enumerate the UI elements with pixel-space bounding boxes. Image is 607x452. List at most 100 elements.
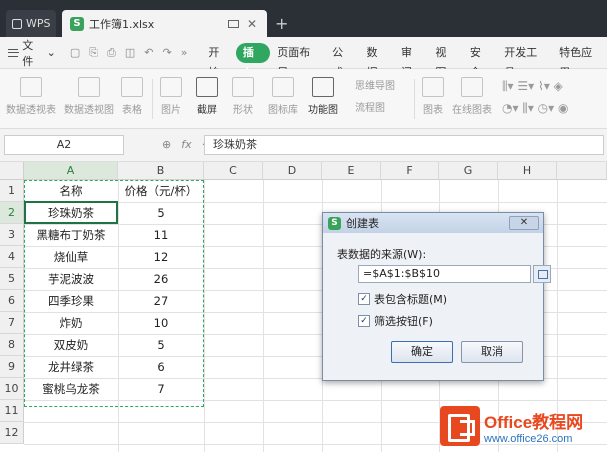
icon-library-button[interactable]: 图标库: [268, 77, 298, 116]
undo-icon[interactable]: ↶: [144, 46, 153, 60]
file-menu[interactable]: 文件 ⌄: [0, 37, 56, 69]
chart-button[interactable]: 图表: [422, 77, 444, 116]
row-header[interactable]: 5: [0, 268, 24, 290]
column-header-c[interactable]: C: [204, 162, 263, 180]
tab-wps-home[interactable]: WPS: [6, 10, 56, 37]
spreadsheet-icon: S: [70, 16, 84, 31]
tab-features[interactable]: 特色应用: [552, 43, 607, 79]
range-picker-icon[interactable]: [533, 265, 551, 283]
column-header-f[interactable]: F: [381, 162, 439, 180]
flowchart-button[interactable]: 流程图: [355, 99, 385, 114]
active-cell-indicator: [24, 201, 118, 224]
zoom-icon[interactable]: ⊕: [162, 138, 171, 151]
table-button[interactable]: 表格: [121, 77, 143, 116]
dialog-close-button[interactable]: ✕: [509, 216, 539, 230]
new-tab-button[interactable]: +: [275, 14, 288, 33]
flowchart-label: 流程图: [355, 103, 385, 114]
row-header[interactable]: 10: [0, 378, 24, 400]
chart-type-icons[interactable]: ⫼▾ ☰▾ ⌇▾ ◈: [502, 79, 563, 94]
column-header-g[interactable]: G: [439, 162, 498, 180]
title-bar: WPS S 工作簿1.xlsx ✕ +: [0, 0, 607, 37]
function-chart-icon: [312, 77, 334, 97]
grid-line: [204, 180, 205, 452]
row-header[interactable]: 3: [0, 224, 24, 246]
tab-data[interactable]: 数据: [360, 43, 394, 79]
row-header[interactable]: 2: [0, 202, 24, 224]
mindmap-button[interactable]: 思维导图: [355, 77, 395, 92]
watermark: Office教程网 www.office26.com: [440, 400, 607, 452]
fx-icon[interactable]: fx: [181, 138, 191, 151]
range-input[interactable]: =$A$1:$B$10: [358, 265, 531, 283]
cancel-button[interactable]: 取消: [461, 341, 523, 363]
print-icon[interactable]: ⎙: [107, 46, 116, 60]
ok-button[interactable]: 确定: [391, 341, 453, 363]
filter-button-checkbox-row[interactable]: ✓ 筛选按钮(F): [358, 313, 433, 329]
tab-security[interactable]: 安全: [463, 43, 497, 79]
formula-icons: ⊕ fx ·: [162, 138, 205, 151]
grid-line: [263, 180, 264, 452]
function-chart-button[interactable]: 功能图: [308, 77, 338, 116]
row-header[interactable]: 12: [0, 422, 24, 444]
filter-button-label: 筛选按钮(F): [374, 315, 433, 328]
online-chart-icon: [461, 77, 483, 97]
export-icon[interactable]: ⎘: [89, 46, 98, 60]
online-chart-button[interactable]: 在线图表: [452, 77, 492, 116]
redo-icon[interactable]: ↷: [162, 46, 171, 60]
ribbon-toolbar: 数据透视表 数据透视图 表格 图片 截屏 形状 图标库 功能图 思维导图 流程图…: [0, 69, 607, 129]
filter-button-checkbox[interactable]: ✓: [358, 315, 370, 327]
screenshot-icon: [196, 77, 218, 97]
column-header-e[interactable]: E: [322, 162, 381, 180]
picture-button[interactable]: 图片: [160, 77, 182, 116]
table-icon: [121, 77, 143, 97]
tab-formulas[interactable]: 公式: [325, 43, 359, 79]
tab-home[interactable]: 开始: [201, 43, 235, 79]
tab-insert[interactable]: 插入: [235, 42, 271, 79]
column-header-h[interactable]: H: [498, 162, 557, 180]
column-header-d[interactable]: D: [263, 162, 322, 180]
select-all-corner[interactable]: [0, 162, 24, 180]
table-label: 表格: [122, 105, 142, 116]
chart-type-icons-row2[interactable]: ◔▾ ⫼▾ ◷▾ ◉: [502, 101, 568, 116]
row-header[interactable]: 8: [0, 334, 24, 356]
save-icon[interactable]: ▢: [70, 46, 80, 60]
pivot-table-button[interactable]: 数据透视表: [6, 77, 56, 116]
pivot-chart-button[interactable]: 数据透视图: [64, 77, 114, 116]
formula-input[interactable]: 珍珠奶茶: [204, 135, 604, 155]
has-header-checkbox[interactable]: ✓: [358, 293, 370, 305]
function-chart-label: 功能图: [308, 105, 338, 116]
source-label: 表数据的来源(W):: [337, 248, 427, 261]
mindmap-label: 思维导图: [355, 81, 395, 92]
screenshot-label: 截屏: [197, 105, 217, 116]
ribbon-tabs: 开始 插入 页面布局 公式 数据 审阅 视图 安全 开发工具 特色应用: [201, 42, 607, 79]
close-tab-icon[interactable]: ✕: [247, 17, 257, 31]
tab-review[interactable]: 审阅: [394, 43, 428, 79]
column-header-next[interactable]: [557, 162, 607, 180]
shape-button[interactable]: 形状: [232, 77, 254, 116]
row-header[interactable]: 1: [0, 180, 24, 202]
chevron-down-icon: ⌄: [46, 46, 56, 59]
tab-view[interactable]: 视图: [428, 43, 462, 79]
monitor-icon[interactable]: [227, 19, 239, 28]
row-header[interactable]: 6: [0, 290, 24, 312]
row-header[interactable]: 9: [0, 356, 24, 378]
row-header[interactable]: 11: [0, 400, 24, 422]
icon-library-icon: [272, 77, 294, 97]
more-icon[interactable]: »: [181, 46, 188, 60]
pivot-chart-icon: [78, 77, 100, 97]
has-header-checkbox-row[interactable]: ✓ 表包含标题(M): [358, 291, 447, 307]
column-header-a[interactable]: A: [24, 162, 118, 180]
watermark-url: www.office26.com: [484, 432, 573, 445]
preview-icon[interactable]: ◫: [125, 46, 135, 60]
screenshot-button[interactable]: 截屏: [196, 77, 218, 116]
row-header[interactable]: 7: [0, 312, 24, 334]
tab-page-layout[interactable]: 页面布局: [270, 43, 325, 79]
tab-developer[interactable]: 开发工具: [497, 43, 552, 79]
shape-label: 形状: [233, 105, 253, 116]
file-menu-label: 文件: [22, 38, 34, 68]
hamburger-icon: [8, 48, 20, 57]
name-box[interactable]: A2: [4, 135, 124, 155]
column-header-b[interactable]: B: [118, 162, 204, 180]
tab-document[interactable]: S 工作簿1.xlsx ✕: [62, 10, 267, 37]
tab-document-label: 工作簿1.xlsx: [89, 17, 155, 31]
row-header[interactable]: 4: [0, 246, 24, 268]
